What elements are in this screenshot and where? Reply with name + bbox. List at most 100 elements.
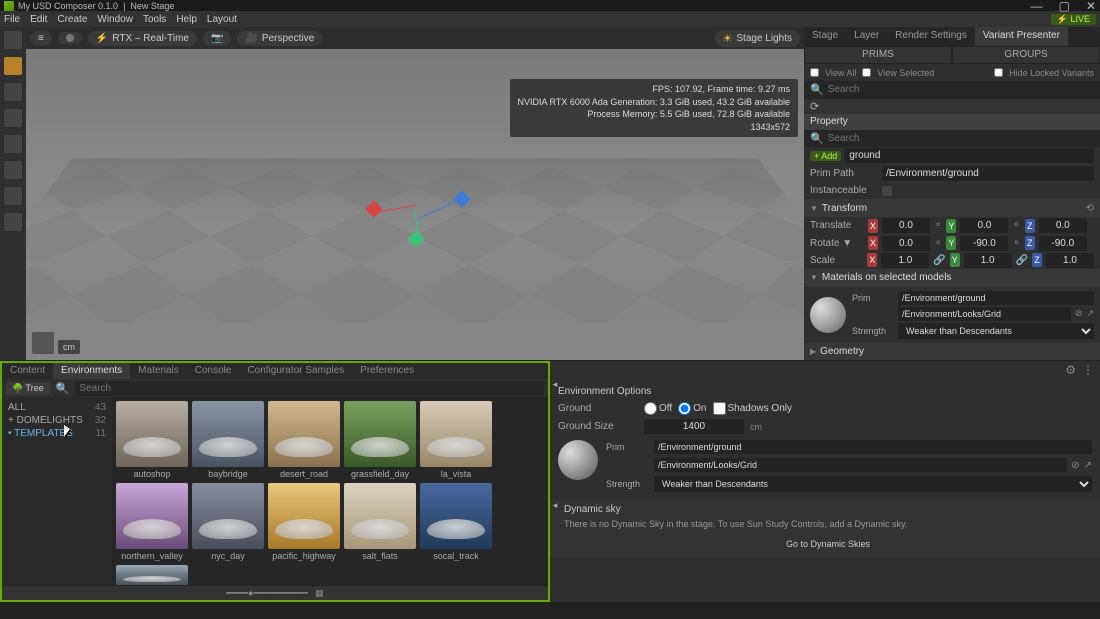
- mat-strength-select[interactable]: Weaker than Descendants: [898, 323, 1094, 339]
- view-selected-check[interactable]: [862, 68, 871, 77]
- geometry-header[interactable]: ▶Geometry: [804, 343, 1100, 360]
- template-item[interactable]: salt_flats: [344, 483, 416, 561]
- snap-tool[interactable]: [4, 161, 22, 179]
- tree-node-all[interactable]: ALL43: [6, 401, 108, 414]
- ct-tab-config-samples[interactable]: Configurator Samples: [239, 363, 352, 379]
- viewport[interactable]: FPS: 107.92, Frame time: 9.27 ms NVIDIA …: [26, 49, 804, 360]
- scale-tool[interactable]: [4, 135, 22, 153]
- template-item[interactable]: autoshop: [116, 401, 188, 479]
- menu-tools[interactable]: Tools: [143, 14, 166, 25]
- menu-file[interactable]: File: [4, 14, 20, 25]
- subtab-groups[interactable]: GROUPS: [952, 46, 1100, 63]
- close-button[interactable]: ✕: [1086, 0, 1096, 13]
- template-item[interactable]: [116, 565, 188, 585]
- stage-lights-button[interactable]: ☀Stage Lights: [715, 30, 800, 47]
- rtx-mode[interactable]: ⚡RTX – Real-Time: [88, 31, 197, 46]
- shadows-only-check[interactable]: [713, 402, 726, 415]
- subtab-prims[interactable]: PRIMS: [804, 46, 952, 63]
- template-item[interactable]: desert_road: [268, 401, 340, 479]
- menu-layout[interactable]: Layout: [207, 14, 237, 25]
- mat-path-input[interactable]: [898, 307, 1071, 321]
- ct-tab-environments[interactable]: Environments: [53, 363, 130, 379]
- groundsize-input[interactable]: [644, 419, 744, 434]
- ct-tab-materials[interactable]: Materials: [130, 363, 187, 379]
- translate-y[interactable]: [960, 218, 1008, 233]
- env-mat-strength-select[interactable]: Weaker than Descendants: [654, 476, 1092, 492]
- go-to-dynamic-skies-link[interactable]: Go to Dynamic Skies: [564, 539, 1092, 549]
- transform-header[interactable]: ▼Transform ⟲: [804, 199, 1100, 216]
- template-item[interactable]: northern_valley: [116, 483, 188, 561]
- template-item[interactable]: la_vista: [420, 401, 492, 479]
- hamburger-button[interactable]: ≡: [30, 31, 52, 46]
- tab-render-settings[interactable]: Render Settings: [887, 27, 975, 46]
- template-item[interactable]: nyc_day: [192, 483, 264, 561]
- ground-on-radio[interactable]: [678, 402, 691, 415]
- tab-variant-presenter[interactable]: Variant Presenter: [975, 27, 1068, 46]
- instanceable-check[interactable]: [882, 186, 892, 196]
- menu-create[interactable]: Create: [57, 14, 87, 25]
- rotate-y[interactable]: [960, 236, 1008, 251]
- live-badge[interactable]: ⚡ LIVE: [1051, 14, 1096, 25]
- mat-prim-input[interactable]: [898, 291, 1094, 305]
- env-mat-path-input[interactable]: [654, 458, 1067, 472]
- export-icon[interactable]: ↗: [1084, 460, 1092, 471]
- collapse-dynamic-sky[interactable]: ◂: [550, 500, 560, 514]
- translate-z[interactable]: [1039, 218, 1087, 233]
- hide-locked-check[interactable]: [994, 68, 1003, 77]
- ct-tab-console[interactable]: Console: [187, 363, 240, 379]
- minimize-button[interactable]: —: [1031, 0, 1043, 13]
- scale-y[interactable]: [964, 253, 1012, 268]
- translate-x[interactable]: [882, 218, 930, 233]
- collapse-env-options[interactable]: ◂: [550, 379, 560, 393]
- template-item[interactable]: socal_track: [420, 483, 492, 561]
- ct-tab-preferences[interactable]: Preferences: [352, 363, 422, 379]
- add-button[interactable]: + Add: [810, 151, 841, 161]
- view-all-check[interactable]: [810, 68, 819, 77]
- maximize-button[interactable]: ▢: [1059, 0, 1070, 13]
- tree-node-templates[interactable]: • TEMPLATES11: [6, 427, 108, 440]
- template-item[interactable]: grassfield_day: [344, 401, 416, 479]
- perspective-mode[interactable]: 🎥Perspective: [237, 31, 322, 46]
- materials-header[interactable]: ▼Materials on selected models: [804, 269, 1100, 286]
- property-search-input[interactable]: [828, 133, 1094, 144]
- tree-node-domelights[interactable]: + DOMELIGHTS32: [6, 414, 108, 427]
- menu-help[interactable]: Help: [176, 14, 197, 25]
- reset-icon[interactable]: ⟲: [1086, 203, 1094, 214]
- template-item[interactable]: pacific_highway: [268, 483, 340, 561]
- scale-z[interactable]: [1046, 253, 1094, 268]
- rotate-z[interactable]: [1039, 236, 1087, 251]
- eye-button[interactable]: [58, 32, 82, 44]
- rotate-tool[interactable]: [4, 109, 22, 127]
- template-item[interactable]: baybridge: [192, 401, 264, 479]
- export-icon[interactable]: ↗: [1086, 308, 1094, 319]
- goto-icon[interactable]: ⊘: [1071, 460, 1079, 471]
- menu-window[interactable]: Window: [97, 14, 133, 25]
- env-options-header[interactable]: Environment Options: [558, 383, 1092, 400]
- filter-icon[interactable]: ⋮: [1082, 363, 1094, 377]
- scale-x[interactable]: [881, 253, 929, 268]
- prim-name-input[interactable]: [845, 148, 1094, 163]
- env-mat-prim-input[interactable]: [654, 440, 1092, 454]
- tab-stage[interactable]: Stage: [804, 27, 846, 46]
- menu-icon[interactable]: [4, 31, 22, 49]
- select-tool[interactable]: [4, 57, 22, 75]
- camera-button[interactable]: 📷: [203, 31, 231, 46]
- units-badge[interactable]: cm: [58, 340, 80, 354]
- play-tool[interactable]: [4, 213, 22, 231]
- magnet-tool[interactable]: [4, 187, 22, 205]
- ct-tab-content[interactable]: Content: [2, 363, 53, 379]
- refresh-icon[interactable]: ⟳: [810, 100, 819, 113]
- ground-off-radio[interactable]: [644, 402, 657, 415]
- move-tool[interactable]: [4, 83, 22, 101]
- thumbnail-slider[interactable]: ━━━━●━━━━━━━━━━ ▦: [2, 586, 548, 600]
- goto-icon[interactable]: ⊘: [1075, 308, 1083, 319]
- menu-edit[interactable]: Edit: [30, 14, 47, 25]
- tab-layer[interactable]: Layer: [846, 27, 887, 46]
- variant-search-input[interactable]: [828, 84, 1094, 95]
- tree-toggle[interactable]: 🌳 Tree: [6, 382, 50, 395]
- axis-indicator[interactable]: [32, 332, 54, 354]
- rotate-x[interactable]: [882, 236, 930, 251]
- content-search-input[interactable]: [75, 381, 544, 396]
- prim-path-input[interactable]: [882, 166, 1094, 181]
- gear-icon[interactable]: ⚙: [1065, 363, 1076, 377]
